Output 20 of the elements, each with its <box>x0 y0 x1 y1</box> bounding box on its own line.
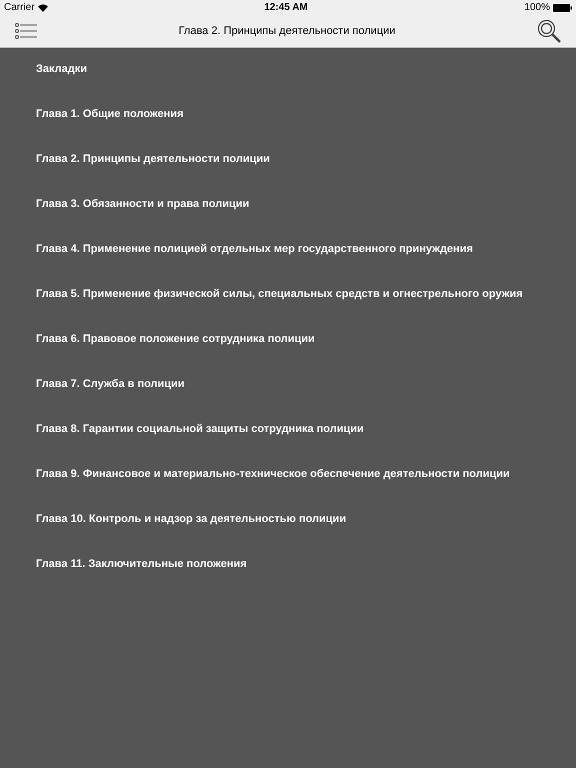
battery-percent: 100% <box>524 1 550 15</box>
menu-icon[interactable] <box>15 22 37 40</box>
menu-item[interactable]: Глава 11. Заключительные положения <box>0 557 576 602</box>
wifi-icon <box>38 4 48 12</box>
menu-item[interactable]: Глава 4. Применение полицией отдельных мер государственного принуждения <box>0 242 576 287</box>
menu-item[interactable]: Глава 6. Правовое положение сотрудника полиции <box>0 332 576 377</box>
menu-item[interactable]: Глава 9. Финансовое и материально-техническое обеспечение деятельности полиции <box>0 467 576 512</box>
menu-item[interactable]: Глава 7. Служба в полиции <box>0 377 576 422</box>
menu-item[interactable]: Глава 1. Общие положения <box>0 107 576 152</box>
battery-icon <box>553 4 572 12</box>
carrier-label: Carrier <box>4 1 35 15</box>
menu-item[interactable]: Глава 8. Гарантии социальной защиты сотрудника полиции <box>0 422 576 467</box>
menu-item[interactable]: Глава 3. Обязанности и права полиции <box>0 197 576 242</box>
menu-item[interactable]: Глава 10. Контроль и надзор за деятельностью полиции <box>0 512 576 557</box>
screen-title: Глава 2. Принципы деятельности полиции <box>178 24 396 39</box>
menu-item[interactable]: Глава 2. Принципы деятельности полиции <box>0 152 576 197</box>
menu-item[interactable]: Глава 5. Применение физической силы, специальных средств и огнестрельного оружия <box>0 287 576 332</box>
search-icon[interactable] <box>537 19 561 43</box>
clock: 12:45 AM <box>264 1 308 15</box>
menu-item[interactable]: Закладки <box>0 62 576 107</box>
